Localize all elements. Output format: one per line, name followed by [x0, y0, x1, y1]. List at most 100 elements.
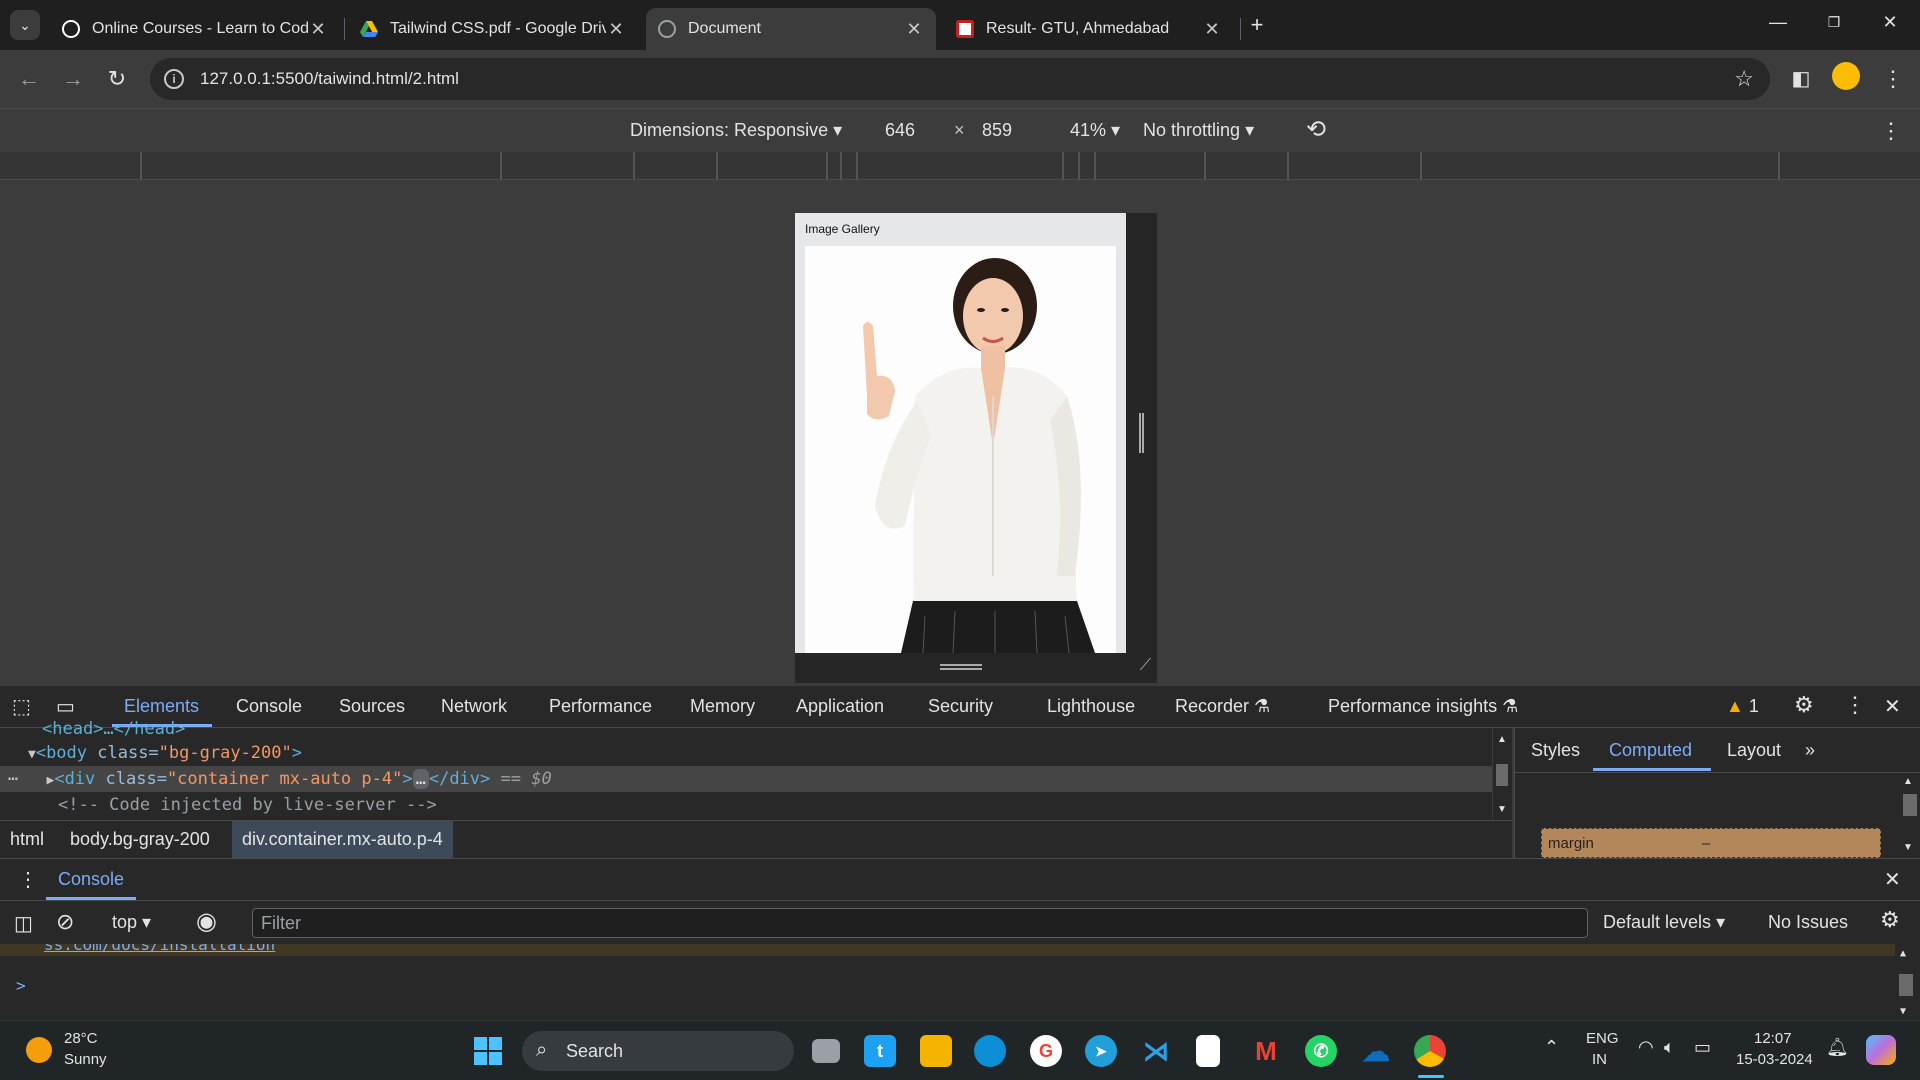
log-levels-select[interactable]: Default levels ▾: [1603, 912, 1725, 933]
forward-button[interactable]: →: [58, 64, 88, 94]
tab-elements[interactable]: Elements: [124, 696, 199, 717]
language-top[interactable]: ENG: [1586, 1030, 1619, 1047]
tab-google-drive[interactable]: Tailwind CSS.pdf - Google Drive ✕: [348, 8, 638, 50]
side-scroll-thumb[interactable]: [1903, 794, 1917, 816]
address-bar[interactable]: i 127.0.0.1:5500/taiwind.html/2.html ☆: [150, 58, 1770, 100]
console-scroll-up[interactable]: ▲: [1900, 948, 1906, 959]
bookmark-star-icon[interactable]: ☆: [1734, 66, 1754, 92]
dom-node-body[interactable]: ▼<body class="bg-gray-200">: [0, 740, 1492, 766]
onedrive-icon[interactable]: ☁: [1360, 1035, 1392, 1067]
side-panel-icon[interactable]: ◧: [1786, 64, 1816, 94]
tab-styles[interactable]: Styles: [1531, 740, 1580, 761]
close-icon[interactable]: ✕: [904, 19, 924, 40]
battery-icon[interactable]: ▭: [1694, 1037, 1711, 1058]
tumblr-icon[interactable]: t: [864, 1035, 896, 1067]
tab-recorder[interactable]: Recorder ⚗: [1175, 696, 1270, 717]
taskbar-search[interactable]: ⌕ Search: [522, 1031, 794, 1071]
close-window-button[interactable]: ✕: [1870, 12, 1910, 33]
close-devtools-icon[interactable]: ✕: [1884, 694, 1901, 719]
restore-button[interactable]: ❐: [1814, 14, 1854, 31]
warning-link[interactable]: ss.com/docs/installation: [44, 944, 275, 954]
weather-desc[interactable]: Sunny: [64, 1051, 107, 1068]
clear-console-icon[interactable]: ⊘: [56, 909, 74, 935]
avatar[interactable]: [1832, 62, 1862, 92]
url-text[interactable]: 127.0.0.1:5500/taiwind.html/2.html: [200, 69, 459, 89]
settings-gear-icon[interactable]: ⚙: [1794, 692, 1814, 718]
chrome-icon[interactable]: [1414, 1035, 1446, 1067]
minimize-button[interactable]: —: [1758, 12, 1798, 33]
gmail-icon[interactable]: M: [1250, 1035, 1282, 1067]
google-icon[interactable]: G: [1030, 1035, 1062, 1067]
tab-application[interactable]: Application: [796, 696, 884, 717]
clock-date[interactable]: 15-03-2024: [1736, 1051, 1813, 1068]
console-prompt[interactable]: >: [16, 976, 26, 995]
reload-button[interactable]: ↻: [102, 64, 132, 94]
volume-icon[interactable]: 🔈︎: [1664, 1037, 1675, 1058]
tab-layout[interactable]: Layout: [1727, 740, 1781, 761]
rotate-icon[interactable]: ⟲: [1306, 115, 1326, 144]
tab-memory[interactable]: Memory: [690, 696, 755, 717]
height-input[interactable]: 859: [982, 120, 1012, 141]
tab-document[interactable]: Document ✕: [646, 8, 936, 50]
tab-console[interactable]: Console: [236, 696, 302, 717]
sun-icon[interactable]: [26, 1037, 52, 1063]
side-scroll-down[interactable]: ▼: [1903, 842, 1913, 853]
dimensions-select[interactable]: Dimensions: Responsive ▾: [630, 120, 842, 141]
browser-menu-icon[interactable]: ⋮: [1878, 64, 1908, 94]
back-button[interactable]: ←: [14, 64, 44, 94]
file-explorer-icon[interactable]: [920, 1035, 952, 1067]
breadcrumb-html[interactable]: html: [0, 821, 54, 858]
box-model-margin[interactable]: margin –: [1541, 828, 1881, 858]
console-scroll-thumb[interactable]: [1899, 974, 1913, 996]
zoom-select[interactable]: 41% ▾: [1070, 120, 1120, 141]
more-dots-icon[interactable]: ⋯: [8, 769, 18, 789]
telegram-icon[interactable]: ➤: [1085, 1035, 1117, 1067]
edge-icon[interactable]: [974, 1035, 1006, 1067]
wifi-icon[interactable]: ◠: [1638, 1037, 1654, 1058]
close-icon[interactable]: ✕: [1202, 19, 1222, 40]
more-tabs-icon[interactable]: »: [1805, 740, 1815, 761]
copilot-icon[interactable]: [1866, 1035, 1896, 1065]
tab-network[interactable]: Network: [441, 696, 507, 717]
dom-node-comment[interactable]: <!-- Code injected by live-server -->: [0, 792, 1492, 818]
close-drawer-icon[interactable]: ✕: [1884, 867, 1901, 892]
devtools-menu-icon[interactable]: ⋮: [1844, 692, 1866, 718]
close-icon[interactable]: ✕: [606, 19, 626, 40]
resize-handle-right[interactable]: [1126, 213, 1157, 653]
weather-temp[interactable]: 28°C: [64, 1030, 98, 1047]
drawer-tab-console[interactable]: Console: [58, 869, 124, 890]
tab-computed[interactable]: Computed: [1609, 740, 1692, 761]
throttling-select[interactable]: No throttling ▾: [1143, 120, 1254, 141]
drawer-menu-icon[interactable]: ⋮: [18, 867, 38, 892]
tab-gtu-result[interactable]: Result- GTU, Ahmedabad ✕: [944, 8, 1234, 50]
tab-performance-insights[interactable]: Performance insights ⚗: [1328, 696, 1518, 717]
dom-node-div-selected[interactable]: ⋯ ▶<div class="container mx-auto p-4">… <…: [0, 766, 1492, 792]
media-query-ruler[interactable]: [0, 152, 1920, 180]
site-info-icon[interactable]: i: [164, 69, 184, 89]
issues-label[interactable]: No Issues: [1768, 912, 1848, 933]
task-view-icon[interactable]: [812, 1039, 840, 1063]
tab-online-courses[interactable]: Online Courses - Learn to Code ✕: [50, 8, 340, 50]
device-menu-icon[interactable]: ⋮: [1880, 118, 1902, 144]
whatsapp-icon[interactable]: ✆: [1305, 1035, 1337, 1067]
side-scroll-up[interactable]: ▲: [1903, 776, 1913, 787]
breadcrumb-div[interactable]: div.container.mx-auto.p-4: [232, 821, 453, 858]
notepad-icon[interactable]: [1196, 1035, 1220, 1067]
expanded-triangle-icon[interactable]: ▼: [28, 747, 36, 762]
ellipsis-badge[interactable]: …: [412, 769, 429, 789]
clock-time[interactable]: 12:07: [1754, 1030, 1792, 1047]
context-select[interactable]: top ▾: [112, 912, 151, 933]
tab-security[interactable]: Security: [928, 696, 993, 717]
tab-search-button[interactable]: ⌄: [10, 10, 40, 40]
dom-node-head[interactable]: <head>…</head>: [0, 716, 1492, 742]
close-icon[interactable]: ✕: [308, 19, 328, 40]
notification-bell-icon[interactable]: 🔔︎: [1826, 1037, 1849, 1058]
windows-start-icon[interactable]: [472, 1035, 504, 1067]
console-scroll-down[interactable]: ▼: [1900, 1006, 1906, 1017]
language-bottom[interactable]: IN: [1592, 1051, 1607, 1068]
tab-sources[interactable]: Sources: [339, 696, 405, 717]
width-input[interactable]: 646: [885, 120, 915, 141]
new-tab-button[interactable]: +: [1237, 12, 1277, 38]
issues-counter[interactable]: ▲ 1: [1726, 696, 1759, 717]
device-screen[interactable]: Image Gallery: [795, 213, 1126, 653]
